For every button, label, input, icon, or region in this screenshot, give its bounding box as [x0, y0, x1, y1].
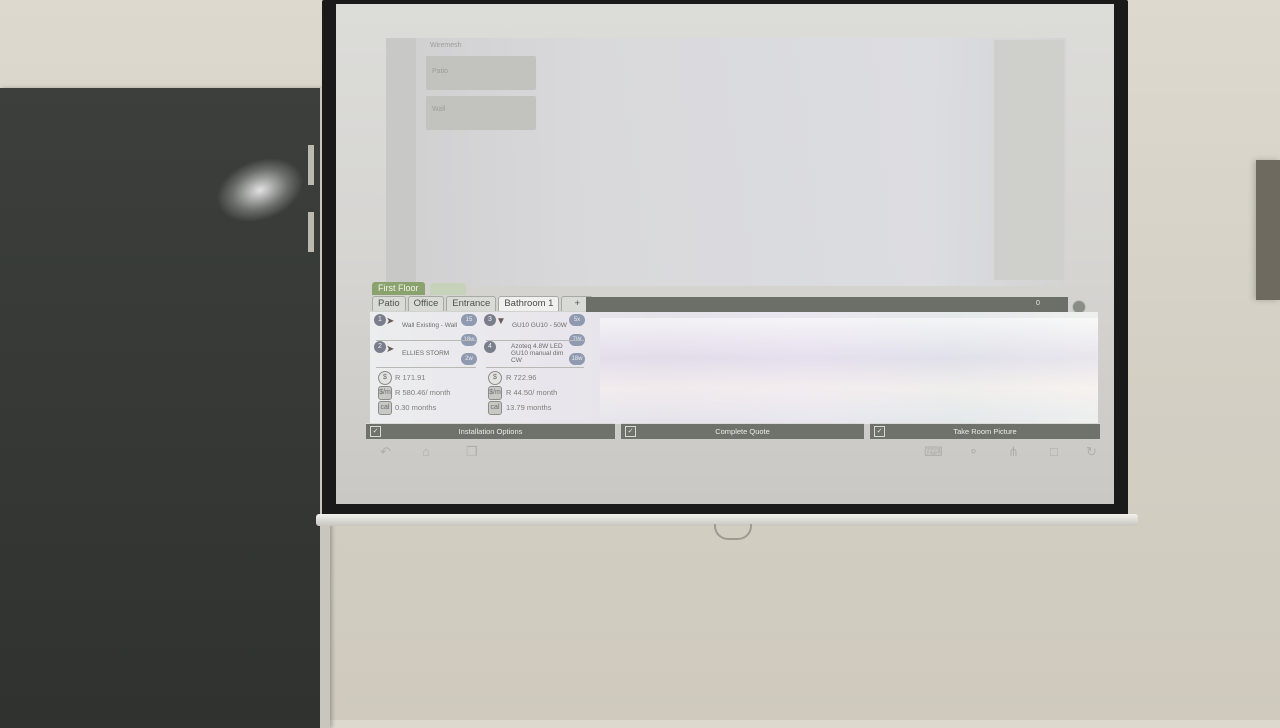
- tab-bathroom-1[interactable]: Bathroom 1: [498, 296, 560, 311]
- downlight-icon: ▼: [496, 316, 506, 327]
- screen-pull-handle[interactable]: [714, 524, 752, 540]
- cost-icon: $: [378, 371, 392, 385]
- item-qty[interactable]: 5x: [569, 314, 585, 326]
- calendar-icon: cal: [378, 401, 392, 415]
- item-divider: [486, 340, 584, 341]
- window-icon[interactable]: □: [1050, 444, 1058, 459]
- item-label[interactable]: Azoteq 4.8W LED GU10 manual dim CW: [511, 343, 567, 364]
- ghost-sidebar: [386, 38, 416, 286]
- item-qty[interactable]: 15: [461, 314, 477, 326]
- item-qty[interactable]: 2w: [461, 353, 477, 365]
- monthly-cost-icon: $/m: [378, 386, 392, 400]
- refresh-icon[interactable]: ↻: [1086, 444, 1097, 460]
- wall-object: [1256, 160, 1280, 300]
- item-number: 1: [374, 314, 386, 326]
- ghost-card-label: Patio: [432, 68, 448, 75]
- floor-tab[interactable]: First Floor: [372, 282, 425, 295]
- calendar-icon: cal: [488, 401, 502, 415]
- item-count: 0: [1036, 300, 1040, 307]
- room-tabs: Patio Office Entrance Bathroom 1 +: [372, 296, 594, 311]
- complete-quote-button[interactable]: ✓ Complete Quote: [621, 423, 864, 439]
- ghost-card: [426, 96, 536, 130]
- item-label[interactable]: Wall Existing - Wall: [402, 322, 457, 329]
- back-icon[interactable]: ↶: [380, 444, 391, 460]
- item-number: 3: [484, 314, 496, 326]
- item-qty[interactable]: 18w: [569, 353, 585, 365]
- item-number: 2: [374, 341, 386, 353]
- monthly-cost: R 44.50/ month: [506, 388, 558, 397]
- system-nav-bar: ↶ ⌂ ❐ ⌨ ⚬ ⋔ □ ↻: [370, 442, 1100, 462]
- item-divider: [376, 340, 476, 341]
- spot-light-icon: ➤: [386, 344, 395, 355]
- share-icon[interactable]: ⋔: [1008, 444, 1019, 460]
- tab-office[interactable]: Office: [407, 296, 445, 311]
- door-hinge-top: [308, 145, 314, 185]
- installation-options-label: Installation Options: [458, 427, 523, 436]
- check-icon: ✓: [370, 426, 381, 437]
- add-floor-tab[interactable]: [430, 283, 466, 295]
- item-label[interactable]: ELLIES STORM: [402, 350, 449, 357]
- total-cost: R 171.91: [395, 373, 426, 382]
- keyboard-icon[interactable]: ⌨: [924, 444, 943, 460]
- tab-bar: [586, 297, 1068, 312]
- ghost-card-label: Wall: [432, 106, 446, 113]
- item-label[interactable]: GU10 GU10 - 50W: [512, 322, 567, 329]
- tab-entrance[interactable]: Entrance: [446, 296, 497, 311]
- cost-icon: $: [488, 371, 502, 385]
- check-icon: ✓: [625, 426, 636, 437]
- monthly-cost: R 580.46/ month: [395, 388, 451, 397]
- total-cost: R 722.96: [506, 373, 537, 382]
- monthly-cost-icon: $/m: [488, 386, 502, 400]
- ghost-header: Wiremesh: [430, 42, 462, 49]
- home-icon[interactable]: ⌂: [422, 444, 430, 459]
- door-hinge-bottom: [308, 212, 314, 252]
- payback-period: 0.30 months: [395, 403, 437, 412]
- recents-icon[interactable]: ❐: [466, 444, 478, 460]
- complete-quote-label: Complete Quote: [715, 427, 770, 436]
- mic-icon[interactable]: ⚬: [968, 444, 979, 460]
- projection-glare: [600, 318, 1098, 418]
- payback-period: 13.79 months: [506, 403, 552, 412]
- ghost-right-panel: [994, 40, 1064, 280]
- wall-light-icon: ➤: [386, 316, 395, 327]
- item-divider: [486, 367, 584, 368]
- item-divider: [376, 367, 476, 368]
- installation-options-button[interactable]: ✓ Installation Options: [366, 423, 615, 439]
- check-icon: ✓: [874, 426, 885, 437]
- take-room-picture-button[interactable]: ✓ Take Room Picture: [870, 423, 1100, 439]
- item-number: 4: [484, 341, 496, 353]
- tab-patio[interactable]: Patio: [372, 296, 406, 311]
- take-room-picture-label: Take Room Picture: [953, 427, 1017, 436]
